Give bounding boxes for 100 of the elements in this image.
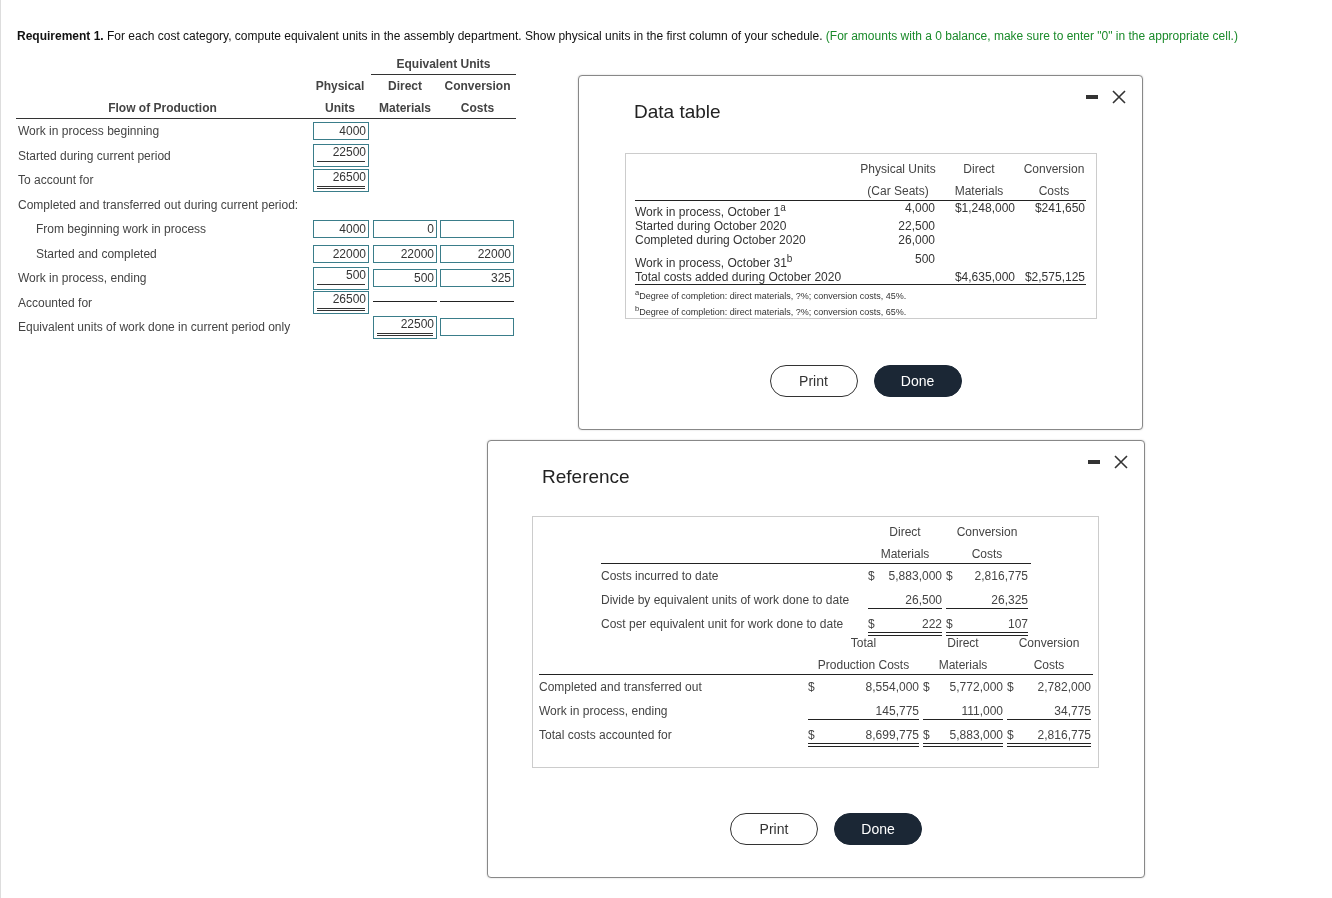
- currency-sign: $: [946, 568, 953, 583]
- column-heading: Costs: [971, 547, 1003, 561]
- currency-sign: $: [923, 679, 930, 694]
- answer-field[interactable]: 22000: [440, 244, 514, 263]
- table-cell: $241,650: [1034, 201, 1085, 215]
- row-label: Total costs added during October 2020: [635, 270, 842, 284]
- table-cell: 5,883,000: [888, 568, 942, 583]
- column-heading: Materials: [938, 658, 988, 672]
- currency-sign: $: [808, 679, 815, 694]
- column-heading: Total: [850, 636, 877, 650]
- row-label: Started during current period: [18, 148, 171, 163]
- table-cell: 5,883,000: [949, 727, 1003, 742]
- row-label: Work in process, ending: [539, 704, 668, 718]
- table-cell: $4,635,000: [954, 270, 1015, 284]
- column-heading: Production Costs: [817, 658, 910, 672]
- table-cell: 8,699,775: [865, 727, 919, 742]
- column-heading: Conversion: [444, 79, 511, 93]
- row-label: Work in process beginning: [18, 124, 160, 139]
- column-heading: Materials: [379, 101, 431, 115]
- currency-sign: $: [923, 727, 930, 742]
- close-icon[interactable]: [1114, 455, 1128, 469]
- table-cell: 500: [914, 252, 935, 266]
- row-label: Completed during October 2020: [635, 233, 806, 247]
- row-label: Equivalent units of work done in current period only: [18, 320, 291, 335]
- row-label: Started during October 2020: [635, 219, 787, 233]
- answer-field[interactable]: 4000: [313, 122, 369, 141]
- answer-field[interactable]: [440, 220, 514, 239]
- column-heading: Conversion: [1018, 636, 1080, 650]
- column-heading: Direct: [889, 525, 921, 539]
- row-label: Started and completed: [36, 246, 157, 261]
- column-heading: Materials: [954, 184, 1004, 198]
- currency-sign: $: [1007, 679, 1014, 694]
- answer-field[interactable]: 0: [373, 220, 437, 239]
- table-cell: 107: [1007, 616, 1028, 631]
- currency-sign: $: [946, 616, 953, 631]
- row-label: To account for: [18, 173, 94, 188]
- answer-field[interactable]: 500: [313, 266, 369, 290]
- column-heading: Costs: [1033, 658, 1065, 672]
- answer-field[interactable]: 4000: [313, 220, 369, 239]
- column-heading: Conversion: [1023, 162, 1085, 176]
- column-heading: Physical Units: [860, 162, 936, 176]
- requirement-text: Requirement 1. For each cost category, compute equivalent units in the assembly department. Show physical units in the first column of your schedule. (For amounts with a 0 balance, make sure to enter "0" in the appropriate cell.): [17, 29, 1238, 43]
- table-cell: $1,248,000: [954, 201, 1015, 215]
- answer-field[interactable]: 26500: [313, 291, 369, 315]
- answer-field[interactable]: 22500: [313, 144, 369, 168]
- column-heading: Physical: [315, 79, 365, 93]
- footnote: $^{b}$Degree of completion: direct materials, ?%; conversion costs, 65%.: [635, 304, 908, 317]
- table-cell: 222: [921, 616, 942, 631]
- close-icon[interactable]: [1112, 90, 1126, 104]
- row-label: Total costs accounted for: [539, 728, 672, 742]
- dialog-button[interactable]: Print: [769, 365, 858, 397]
- column-heading: Direct: [388, 79, 422, 93]
- answer-field[interactable]: [440, 318, 514, 337]
- row-label: Work in process, ending: [18, 271, 147, 286]
- answer-field[interactable]: 325: [440, 269, 514, 288]
- footnote: $^{a}$Degree of completion: direct materials, ?%; conversion costs, 45%.: [635, 288, 908, 301]
- table-cell: 2,816,775: [974, 568, 1028, 583]
- answer-field[interactable]: 26500: [313, 168, 369, 192]
- currency-sign: $: [808, 727, 815, 742]
- window-title: Reference: [542, 466, 630, 488]
- table-cell: 26,500: [905, 592, 942, 607]
- table-cell: 2,782,000: [1037, 679, 1091, 694]
- column-heading: Materials: [880, 547, 930, 561]
- currency-sign: $: [1007, 727, 1014, 742]
- answer-field[interactable]: 22500: [373, 315, 437, 339]
- table-cell: 2,816,775: [1037, 727, 1091, 742]
- answer-field[interactable]: 22000: [313, 244, 369, 263]
- column-heading: Flow of Production: [108, 101, 217, 115]
- answer-field[interactable]: 500: [373, 269, 437, 288]
- answer-field[interactable]: 22000: [373, 244, 437, 263]
- table-cell: 145,775: [875, 703, 919, 718]
- table-cell: 22,500: [898, 219, 935, 233]
- column-heading: Units: [325, 101, 355, 115]
- row-label: Work in process, October 1$^{a}$: [635, 205, 786, 219]
- table-cell: 8,554,000: [865, 679, 919, 694]
- dialog-button[interactable]: Done: [834, 813, 922, 845]
- column-group-heading: Equivalent Units: [371, 55, 516, 75]
- column-heading: Costs: [460, 101, 495, 115]
- table-cell: 111,000: [961, 703, 1003, 718]
- dialog-button[interactable]: Done: [873, 365, 962, 397]
- window-title: Data table: [634, 101, 721, 123]
- table-cell: 26,000: [898, 233, 935, 247]
- row-label: Work in process, October 31$^{b}$: [635, 256, 793, 270]
- row-label: Divide by equivalent units of work done to date: [601, 593, 850, 607]
- row-label: Costs incurred to date: [601, 569, 719, 583]
- table-cell: $2,575,125: [1024, 270, 1085, 284]
- row-label: Cost per equivalent unit for work done to date: [601, 617, 844, 631]
- row-label: Completed and transferred out: [539, 680, 702, 694]
- currency-sign: $: [868, 616, 875, 631]
- table-cell: 4,000: [904, 201, 935, 215]
- column-heading: (Car Seats): [867, 184, 929, 198]
- column-heading: Direct: [947, 636, 979, 650]
- row-label: From beginning work in process: [36, 222, 207, 237]
- table-cell: 26,325: [991, 592, 1028, 607]
- column-heading: Conversion: [956, 525, 1018, 539]
- row-label: Accounted for: [18, 295, 93, 310]
- column-heading: Direct: [963, 162, 995, 176]
- dialog-button[interactable]: Print: [730, 813, 818, 845]
- row-label: Completed and transferred out during current period:: [18, 197, 299, 212]
- column-heading: Costs: [1038, 184, 1070, 198]
